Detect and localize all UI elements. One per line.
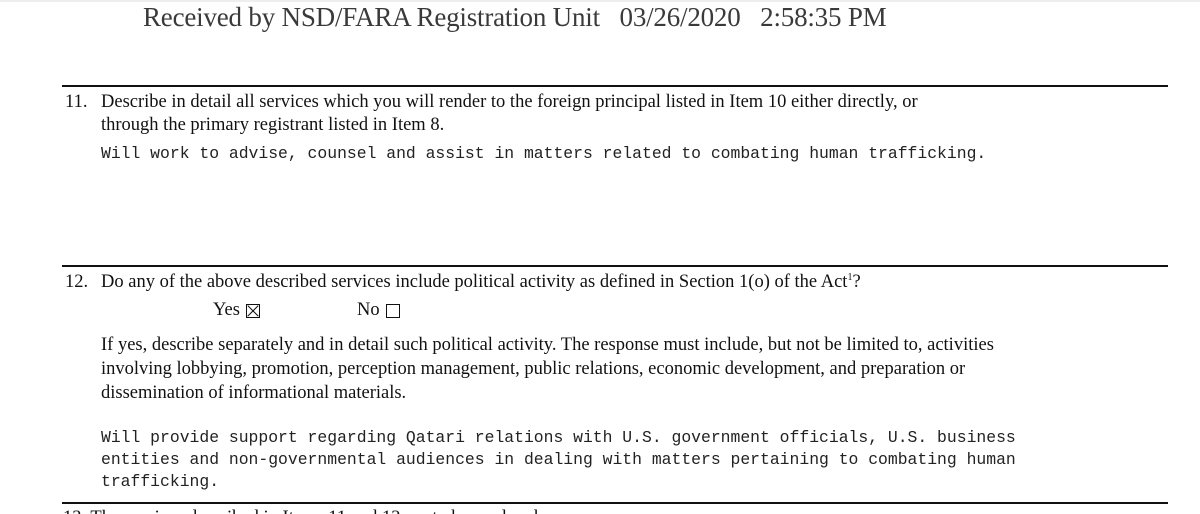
question-line: Describe in detail all services which yo… [101,92,918,112]
option-label: No [357,300,380,320]
option-no[interactable]: No [357,300,400,321]
received-stamp: Received by NSD/FARA Registration Unit 0… [143,2,887,32]
divider-item-11 [62,85,1168,87]
divider-item-13 [62,502,1168,504]
instruction-line: If yes, describe separately and in detai… [101,335,994,355]
answer-line: entities and non-governmental audiences … [101,450,1016,469]
instruction-line: involving lobbying, promotion, perceptio… [101,359,966,379]
instruction-line: dissemination of informational materials… [101,383,407,403]
answer-line: trafficking. [101,472,220,491]
question-body: Do any of the above described services i… [101,272,848,292]
option-label: Yes [213,300,240,320]
item-number: 11. [65,92,88,112]
option-yes[interactable]: Yes [213,300,260,321]
answer-line: Will provide support regarding Qatari re… [101,428,1016,447]
item-11-question: 11. Describe in detail all services whic… [65,91,1165,139]
item-13-partial: 13. The services described in Items 11 a… [63,507,538,514]
question-mark: ? [852,272,861,292]
divider-item-12 [62,265,1168,267]
item-12-answer: Will provide support regarding Qatari re… [101,427,1016,493]
question-text: Do any of the above described services i… [101,271,861,294]
empty-checkbox-icon[interactable] [385,303,400,318]
checked-checkbox-icon[interactable] [245,303,260,318]
item-12-instructions: If yes, describe separately and in detai… [101,333,994,405]
item-11-answer: Will work to advise, counsel and assist … [101,144,987,163]
item-12-question: 12. Do any of the above described servic… [65,271,1165,295]
question-line: through the primary registrant listed in… [101,115,445,135]
item-number: 12. [65,272,89,292]
